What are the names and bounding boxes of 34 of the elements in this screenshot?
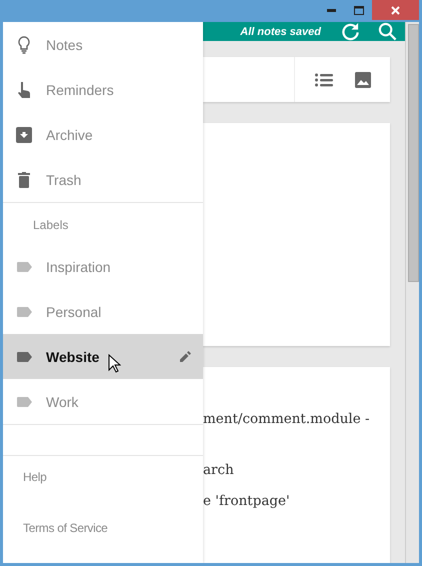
label-item[interactable]: Work [3, 379, 203, 424]
footer-link[interactable]: Help [3, 456, 203, 507]
nav-item[interactable]: Notes [3, 22, 203, 67]
tag-icon [16, 396, 32, 406]
image-icon[interactable] [355, 72, 371, 88]
label-item[interactable]: Personal [3, 289, 203, 334]
nav-item[interactable]: Trash [3, 157, 203, 202]
refresh-icon[interactable] [341, 22, 360, 41]
note-text: ment/comment.module - [203, 410, 371, 429]
pencil-icon[interactable] [180, 351, 191, 362]
maximize-icon[interactable] [354, 6, 364, 14]
mouse-cursor-icon [108, 354, 121, 374]
label-item[interactable]: Website [3, 334, 203, 379]
close-icon [391, 6, 400, 14]
nav-item[interactable]: Reminders [3, 67, 203, 112]
lightbulb-icon [18, 36, 30, 54]
tag-icon [16, 306, 32, 316]
nav-item[interactable]: Archive [3, 112, 203, 157]
label-item[interactable]: Inspiration [3, 244, 203, 289]
close-button[interactable] [372, 0, 419, 20]
hand-icon [17, 81, 31, 98]
trash-icon [18, 172, 30, 188]
archive-icon [16, 126, 32, 142]
note-text: e 'frontpage' [203, 492, 291, 511]
labels-heading: Labels [32, 217, 70, 234]
save-status: All notes saved [240, 26, 321, 38]
minimize-icon[interactable] [326, 8, 336, 12]
footer-link[interactable]: Terms of Service [3, 507, 203, 558]
scrollbar-thumb[interactable] [408, 24, 419, 282]
note-text: arch [203, 461, 235, 480]
list-icon[interactable] [315, 72, 333, 86]
tag-icon [16, 352, 32, 362]
search-icon[interactable] [378, 22, 397, 41]
tag-icon [16, 262, 32, 272]
